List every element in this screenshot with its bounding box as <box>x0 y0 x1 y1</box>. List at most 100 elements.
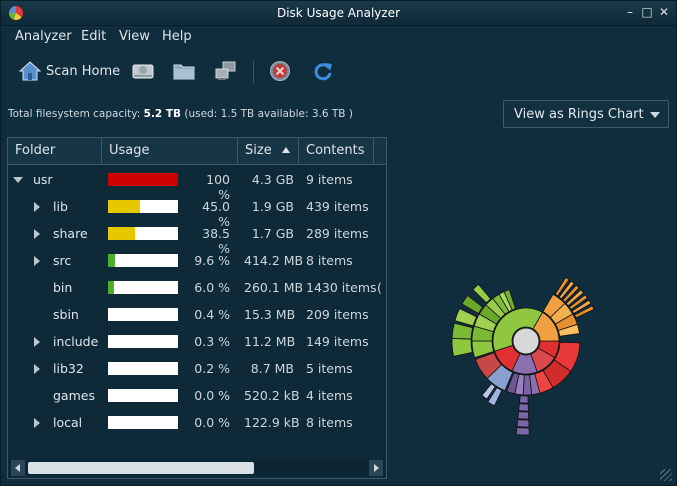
tree-row[interactable]: sbin 0.4 % 15.3 MB 209 items <box>8 301 386 328</box>
ring-segment-share-grandchild[interactable] <box>472 283 492 304</box>
resize-grip-icon[interactable] <box>660 469 672 481</box>
scan-remote-button[interactable] <box>214 57 238 85</box>
usage-percent: 0.0 % <box>194 388 230 403</box>
usage-percent: 0.0 % <box>194 415 230 430</box>
ring-center[interactable] <box>512 327 540 355</box>
tree-row[interactable]: lib 45.0 % 1.9 GB 439 items <box>8 193 386 229</box>
folder-contents: 8 items <box>306 415 353 430</box>
ring-segment-share-grandchild[interactable] <box>451 338 473 357</box>
usage-percent: 0.4 % <box>194 307 230 322</box>
menu-analyzer[interactable]: Analyzer <box>15 29 72 44</box>
tree-row[interactable]: bin 6.0 % 260.1 MB 1430 items( <box>8 274 386 301</box>
usage-bar <box>108 416 178 429</box>
folder-contents: 289 items <box>306 226 369 241</box>
usage-bar <box>108 254 178 267</box>
scroll-left-icon[interactable] <box>11 460 25 476</box>
column-size[interactable]: Size <box>238 138 299 164</box>
usage-bar <box>108 389 178 402</box>
scan-folder-icon <box>173 64 195 80</box>
ring-segment-bin-grandchild[interactable] <box>518 403 529 412</box>
folder-contents: 439 items <box>306 199 369 214</box>
minimize-button[interactable]: – <box>623 5 637 19</box>
close-window-button[interactable]: ✕ <box>657 5 671 19</box>
menu-view[interactable]: View <box>119 29 150 44</box>
usage-percent: 0.3 % <box>194 334 230 349</box>
folder-contents: 8 items <box>306 253 353 268</box>
sort-ascending-icon <box>281 147 290 153</box>
folder-contents: 209 items <box>306 307 369 322</box>
scan-home-button[interactable]: Scan Home <box>19 57 120 85</box>
ring-segment-share-grandchild[interactable] <box>454 308 478 327</box>
usage-bar-fill <box>108 254 115 267</box>
folder-name: usr <box>33 172 53 187</box>
usage-bar-fill <box>108 362 114 375</box>
ring-segment-bin-grandchild[interactable] <box>519 395 529 404</box>
usage-bar <box>108 200 178 213</box>
scrollbar-thumb[interactable] <box>28 462 254 474</box>
disk-usage-window: Disk Usage Analyzer – □ ✕ Analyzer Edit … <box>0 0 677 486</box>
view-mode-select[interactable]: View as Rings Chart <box>503 100 669 128</box>
column-folder[interactable]: Folder <box>8 138 102 164</box>
folder-size: 1.7 GB <box>251 226 294 241</box>
expand-arrow-icon[interactable] <box>34 364 40 374</box>
folder-name: bin <box>53 280 73 295</box>
tree-row[interactable]: local 0.0 % 122.9 kB 8 items <box>8 409 386 436</box>
menu-help[interactable]: Help <box>162 29 192 44</box>
tree-row[interactable]: src 9.6 % 414.2 MB 8 items <box>8 247 386 274</box>
ring-segment-bin-grandchild[interactable] <box>517 411 530 420</box>
stop-button[interactable] <box>269 57 291 85</box>
ring-segment-bin-grandchild[interactable] <box>515 427 530 436</box>
folder-size: 122.9 kB <box>244 415 300 430</box>
scan-filesystem-button[interactable] <box>131 57 155 85</box>
tree-row[interactable]: usr 100 % 4.3 GB 9 items <box>8 166 386 202</box>
usage-bar-fill <box>108 227 135 240</box>
folder-name: src <box>53 253 72 268</box>
menu-edit[interactable]: Edit <box>81 29 106 44</box>
folder-size: 8.7 MB <box>250 361 294 376</box>
folder-contents: 9 items <box>306 172 353 187</box>
expand-arrow-icon[interactable] <box>34 337 40 347</box>
window-title: Disk Usage Analyzer <box>276 6 400 20</box>
expand-arrow-icon[interactable] <box>34 229 40 239</box>
collapse-arrow-icon[interactable] <box>13 177 23 183</box>
scan-home-label: Scan Home <box>46 63 121 79</box>
tree-row[interactable]: include 0.3 % 11.2 MB 149 items <box>8 328 386 355</box>
usage-percent: 6.0 % <box>194 280 230 295</box>
maximize-button[interactable]: □ <box>640 5 654 19</box>
usage-bar <box>108 362 178 375</box>
tree-row[interactable]: lib32 0.2 % 8.7 MB 5 items <box>8 355 386 382</box>
expand-arrow-icon[interactable] <box>34 202 40 212</box>
ring-segment-share-grandchild[interactable] <box>451 322 474 340</box>
expand-arrow-icon[interactable] <box>34 256 40 266</box>
tree-row[interactable]: games 0.0 % 520.2 kB 4 items <box>8 382 386 409</box>
usage-bar-fill <box>108 200 140 213</box>
column-usage[interactable]: Usage <box>102 138 238 164</box>
capacity-total: 5.2 TB <box>143 108 182 120</box>
usage-bar-fill <box>108 173 178 186</box>
ring-segment-bin-grandchild[interactable] <box>516 419 530 428</box>
expand-arrow-icon[interactable] <box>34 418 40 428</box>
folder-name: lib32 <box>53 361 84 376</box>
tree-row[interactable]: share 38.5 % 1.7 GB 289 items <box>8 220 386 256</box>
refresh-button[interactable] <box>312 57 334 85</box>
folder-size: 414.2 MB <box>244 253 304 268</box>
usage-bar <box>108 308 178 321</box>
column-contents[interactable]: Contents <box>299 138 374 164</box>
scroll-right-icon[interactable] <box>369 460 383 476</box>
truncated-text: ( <box>377 280 382 295</box>
scan-folder-button[interactable] <box>172 57 196 85</box>
folder-contents: 1430 items <box>306 280 377 295</box>
folder-size: 15.3 MB <box>244 307 296 322</box>
folder-size: 260.1 MB <box>244 280 304 295</box>
title-bar[interactable]: Disk Usage Analyzer – □ ✕ <box>1 1 676 26</box>
horizontal-scrollbar[interactable] <box>9 460 385 476</box>
folder-tree[interactable]: Folder Usage Size Contents usr 100 % 4.3 G… <box>7 137 387 479</box>
view-mode-value: View as Rings Chart <box>514 107 644 122</box>
usage-bar <box>108 227 178 240</box>
folder-size: 4.3 GB <box>251 172 294 187</box>
chevron-down-icon <box>650 112 660 118</box>
folder-contents: 5 items <box>306 361 353 376</box>
rings-chart[interactable] <box>431 246 621 436</box>
ring-segment-share-grandchild[interactable] <box>461 294 484 315</box>
folder-name: lib <box>53 199 68 214</box>
